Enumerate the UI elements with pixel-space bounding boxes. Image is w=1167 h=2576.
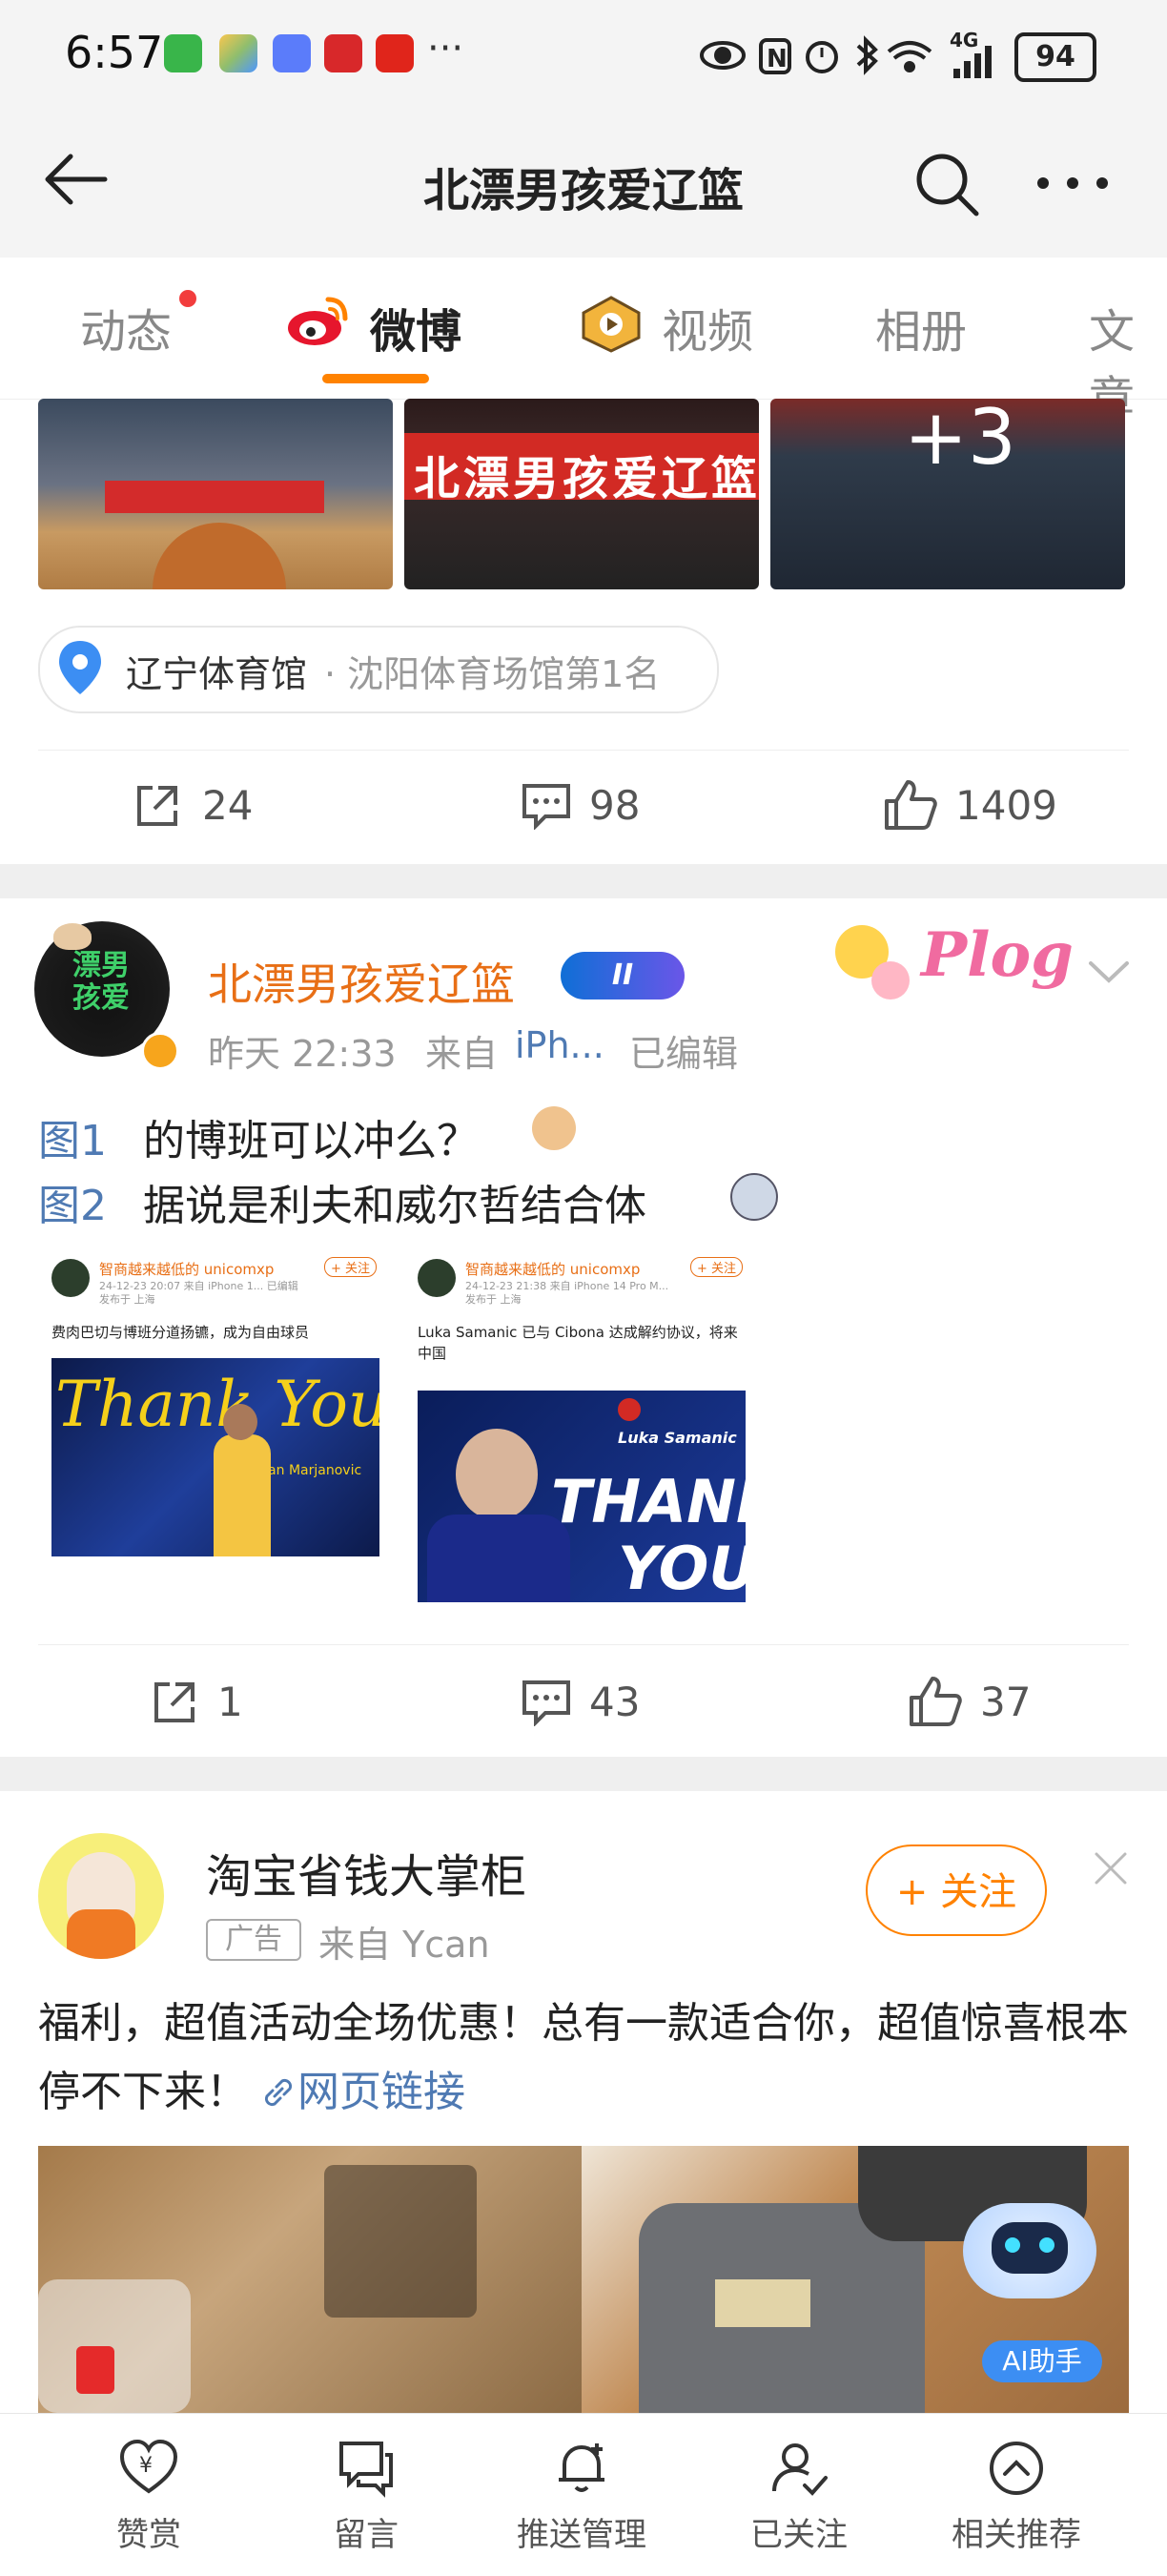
plog-sticker: Plog	[826, 906, 1074, 1020]
ai-assistant-badge[interactable]: AI助手	[982, 2340, 1102, 2382]
followed-button[interactable]: 已关注	[713, 2438, 885, 2555]
verified-badge-icon	[141, 1032, 179, 1070]
cat-emoji-icon	[532, 1106, 576, 1150]
wifi-icon	[887, 41, 932, 72]
search-icon[interactable]	[908, 145, 984, 221]
post2-source-prefix: 来自	[425, 1033, 499, 1075]
video-tab-icon	[582, 296, 641, 353]
svg-text:N: N	[767, 45, 788, 73]
message-icon	[339, 2442, 393, 2498]
tab-video[interactable]: 视频	[662, 294, 753, 361]
push-settings-label: 推送管理	[517, 2516, 646, 2554]
active-tab-indicator	[322, 374, 429, 383]
follow-button[interactable]: + 关注	[866, 1844, 1047, 1936]
post2-image-2[interactable]: 智商越来越低的 unicomxp + 关注 24-12-23 21:38 来自 …	[404, 1249, 759, 1612]
tab-dynamics[interactable]: 动态	[80, 294, 172, 361]
like-icon[interactable]	[908, 1675, 963, 1728]
repost-icon[interactable]	[132, 780, 183, 832]
location-name: 辽宁体育馆	[126, 653, 308, 695]
recommend-label: 相关推荐	[952, 2516, 1081, 2554]
link-icon	[264, 2078, 293, 2107]
ad-author-avatar[interactable]	[38, 1833, 164, 1959]
post2-edited: 已编辑	[629, 1033, 739, 1075]
ad-source: 来自 Ycan	[318, 1924, 490, 1966]
chevron-down-icon[interactable]	[1085, 954, 1133, 992]
bird-app-icon	[273, 34, 311, 72]
followed-icon	[772, 2443, 828, 2496]
ad-tag: 广告	[206, 1919, 301, 1961]
message-button[interactable]: 留言	[280, 2438, 452, 2555]
alarm-icon	[806, 41, 838, 73]
ad-author-name[interactable]: 淘宝省钱大掌柜	[206, 1839, 526, 1906]
avatar-cat-decoration	[53, 923, 92, 950]
weibo-logo-icon	[288, 297, 348, 345]
bluetooth-icon	[856, 35, 878, 75]
bell-icon	[559, 2443, 604, 2492]
image-ref-1[interactable]: 图1	[38, 1106, 107, 1167]
feed-divider	[0, 864, 1167, 898]
ai-assistant-robot[interactable]	[963, 2203, 1096, 2298]
more-options-icon[interactable]	[1030, 145, 1116, 221]
location-detail: · 沈阳体育场馆第1名	[324, 653, 661, 695]
tab-weibo[interactable]: 微博	[370, 294, 461, 361]
repost-icon[interactable]	[149, 1677, 200, 1728]
shocked-emoji-icon	[730, 1173, 778, 1221]
post2-device[interactable]: iPh...	[515, 1024, 604, 1066]
ad-text: 福利，超值活动全场优惠！总有一款适合你，超值惊喜根本停不下来！ 网页链接	[38, 1999, 1129, 2116]
reward-icon: ¥	[119, 2439, 178, 2494]
unread-dot	[179, 290, 196, 307]
banner-text: 北漂男孩爱辽篮	[414, 452, 759, 505]
like-count: 1409	[955, 782, 1057, 829]
message-label: 留言	[334, 2516, 399, 2554]
more-notifications-icon: ···	[427, 27, 464, 71]
page-title: 北漂男孩爱辽篮	[422, 164, 744, 217]
reward-button[interactable]: ¥ 赞赏	[63, 2438, 235, 2555]
post2-line1: 的博班可以冲么？	[143, 1117, 479, 1165]
colorful-app-icon	[219, 34, 257, 72]
comment-icon[interactable]	[521, 1679, 572, 1726]
feed-divider	[0, 1757, 1167, 1791]
signal-icon	[953, 46, 992, 78]
repost-count: 1	[217, 1679, 243, 1725]
svg-text:¥: ¥	[139, 2454, 153, 2478]
recommend-icon	[990, 2442, 1043, 2495]
recommend-button[interactable]: 相关推荐	[931, 2438, 1102, 2555]
post2-time: 昨天 22:33	[208, 1033, 397, 1075]
like-icon[interactable]	[883, 778, 938, 832]
comment-icon[interactable]	[521, 782, 572, 830]
push-settings-button[interactable]: 推送管理	[496, 2438, 667, 2555]
comment-count: 98	[589, 782, 641, 829]
repost-count: 24	[202, 782, 254, 829]
reward-label: 赞赏	[116, 2516, 181, 2554]
web-link[interactable]: 网页链接	[297, 2068, 465, 2116]
battery-indicator: 94	[1014, 32, 1096, 82]
comment-count: 43	[589, 1679, 641, 1725]
more-images-count: +3	[904, 399, 1016, 482]
game-app-icon	[324, 34, 362, 72]
like-count: 37	[980, 1679, 1032, 1725]
post1-image-3[interactable]: +3	[770, 399, 1125, 589]
tab-album[interactable]: 相册	[875, 294, 967, 361]
eye-icon	[700, 41, 746, 70]
post1-image-1[interactable]	[38, 399, 393, 589]
post2-author-name[interactable]: 北漂男孩爱辽篮	[208, 950, 515, 1013]
location-pin-icon	[59, 641, 101, 694]
post1-image-2[interactable]: 北漂男孩爱辽篮	[404, 399, 759, 589]
followed-label: 已关注	[750, 2516, 848, 2554]
hourglass-app-icon	[164, 34, 202, 72]
post2-image-1[interactable]: 智商越来越低的 unicomxp + 关注 24-12-23 20:07 来自 …	[38, 1249, 393, 1612]
close-icon[interactable]	[1093, 1850, 1129, 1886]
post2-action-divider	[38, 1644, 1129, 1645]
image-ref-2[interactable]: 图2	[38, 1171, 107, 1232]
post2-line2: 据说是利夫和威尔哲结合体	[143, 1182, 646, 1230]
status-time: 6:57	[65, 27, 164, 78]
post1-action-divider	[38, 750, 1129, 751]
member-level-badge: II	[561, 952, 685, 999]
ad-image-1[interactable]	[38, 2146, 582, 2413]
news-app-icon	[376, 34, 414, 72]
nfc-icon: N	[759, 38, 791, 74]
